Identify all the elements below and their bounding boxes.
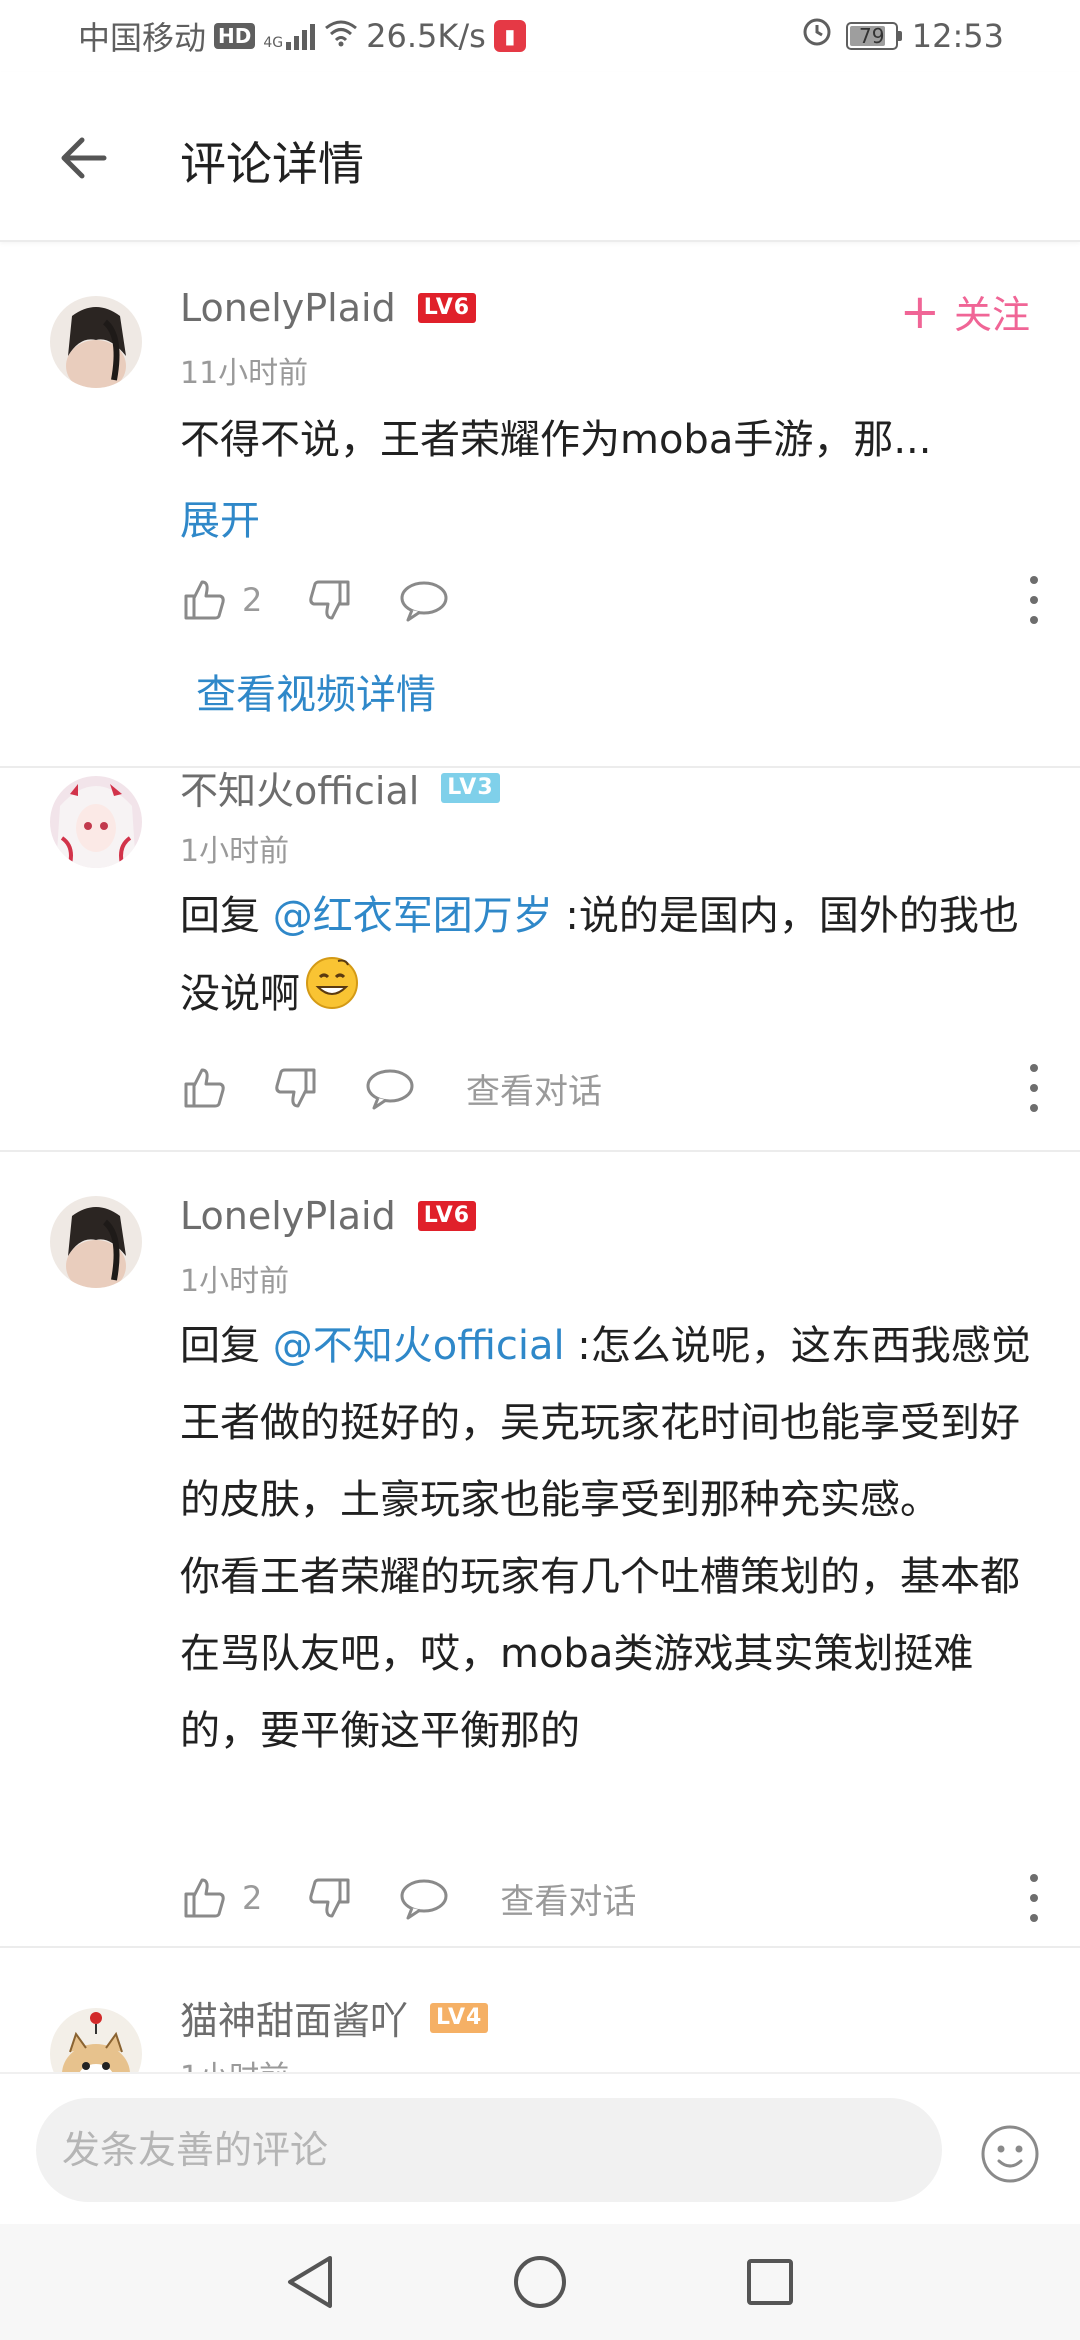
comment-time: 1小时前 — [180, 834, 290, 869]
username[interactable]: LonelyPlaid LV6 — [180, 286, 477, 330]
comment-actions: 查看对话 — [180, 1058, 1040, 1118]
thumbs-down-icon — [309, 1878, 350, 1918]
view-conversation-link[interactable]: 查看对话 — [500, 1874, 636, 1923]
avatar[interactable] — [50, 776, 142, 868]
view-video-details-link[interactable]: 查看视频详情 — [196, 662, 436, 720]
more-options-icon[interactable] — [1028, 576, 1040, 624]
view-conversation-link[interactable]: 查看对话 — [466, 1064, 602, 1113]
comment-item: 猫神甜面酱吖 LV4 1小时前 — [0, 1946, 1080, 2074]
like-count: 2 — [242, 581, 263, 619]
comment-bubble-icon — [400, 581, 448, 622]
level-badge: LV3 — [441, 772, 500, 803]
comment-item: LonelyPlaid LV6 1小时前 回复 @不知火official :怎么… — [0, 1150, 1080, 1948]
like-count: 2 — [242, 1879, 263, 1917]
username[interactable]: 不知火official LV3 — [180, 760, 500, 815]
carrier-name: 中国移动 — [78, 19, 207, 57]
comment-time: 1小时前 — [180, 1264, 290, 1299]
like-button[interactable]: 2 — [180, 576, 262, 624]
comment-actions: 2 — [180, 570, 1040, 630]
dislike-button[interactable] — [306, 576, 354, 624]
comment-time: 11小时前 — [180, 356, 309, 391]
username[interactable]: 猫神甜面酱吖 LV4 — [180, 1990, 489, 2045]
comment-item: 不知火official LV3 1小时前 回复 @红衣军团万岁 :说的是国内，国… — [0, 766, 1080, 1152]
dislike-button[interactable] — [306, 1874, 354, 1922]
comment-body: 回复 @红衣军团万岁 :说的是国内，国外的我也没说啊 — [180, 878, 1040, 1037]
thumbs-up-icon — [184, 580, 225, 620]
level-badge: LV6 — [417, 1201, 477, 1231]
dislike-button[interactable] — [272, 1064, 320, 1112]
expand-link[interactable]: 展开 — [180, 488, 260, 546]
reply-button[interactable] — [398, 576, 450, 624]
avatar[interactable] — [50, 2008, 142, 2074]
level-badge: LV4 — [430, 2002, 489, 2033]
comment-body-paragraph-2: 你看王者荣耀的玩家有几个吐槽策划的，基本都在骂队友吧，哎，moba类游戏其实策划… — [180, 1554, 1020, 1754]
plus-icon: + — [899, 283, 940, 340]
nav-back-button[interactable] — [280, 2252, 340, 2312]
reply-prefix: 回复 — [180, 1323, 273, 1369]
reply-button[interactable] — [364, 1064, 416, 1112]
avatar[interactable] — [50, 1196, 142, 1288]
username-text: LonelyPlaid — [180, 1194, 396, 1238]
username-text: 猫神甜面酱吖 — [180, 1999, 409, 2043]
battery-level: 79 — [859, 24, 885, 48]
grinning-sweat-emoji — [304, 955, 360, 1037]
comment-text: 不得不说，王者荣耀作为moba手游，那... — [180, 402, 1040, 479]
comment-time: 1小时前 — [180, 2052, 289, 2074]
username[interactable]: LonelyPlaid LV6 — [180, 1194, 477, 1238]
mention-link[interactable]: @红衣军团万岁 — [273, 893, 553, 939]
like-button[interactable] — [180, 1064, 228, 1112]
triangle-back-icon — [288, 2256, 332, 2308]
mention-link[interactable]: @不知火official — [273, 1323, 565, 1369]
comment-input[interactable] — [36, 2098, 942, 2202]
alarm-icon — [802, 17, 832, 55]
comment-text: 回复 @红衣军团万岁 :说的是国内，国外的我也没说啊 — [180, 878, 1040, 1037]
avatar[interactable] — [50, 296, 142, 388]
network-speed: 26.5K/s — [366, 17, 486, 55]
follow-button[interactable]: + 关注 — [900, 284, 1030, 339]
clock: 12:53 — [911, 17, 1004, 55]
wifi-icon — [324, 17, 358, 55]
reply-button[interactable] — [398, 1874, 450, 1922]
back-button[interactable] — [48, 122, 120, 194]
book-app-icon: ▮ — [493, 20, 526, 52]
network-type: 4G — [263, 35, 284, 51]
arrow-left-icon — [61, 137, 107, 179]
comment-item: LonelyPlaid LV6 + 关注 11小时前 不得不说，王者荣耀作为mo… — [0, 242, 1080, 766]
comment-text: 回复 @不知火official :怎么说呢，这东西我感觉王者做的挺好的，吴克玩家… — [180, 1308, 1040, 1770]
square-recents-icon — [747, 2259, 793, 2305]
thumbs-down-icon — [275, 1068, 316, 1108]
comment-body: 回复 @不知火official :怎么说呢，这东西我感觉王者做的挺好的，吴克玩家… — [180, 1308, 1040, 1539]
comment-bubble-icon — [366, 1069, 414, 1110]
thumbs-down-icon — [309, 580, 350, 620]
signal-icon: 4G — [263, 22, 316, 50]
follow-label: 关注 — [953, 293, 1030, 337]
app-header: 评论详情 — [0, 72, 1080, 242]
emoji-button[interactable] — [980, 2124, 1040, 2184]
thumbs-up-icon — [184, 1878, 225, 1918]
more-options-icon[interactable] — [1028, 1874, 1040, 1922]
system-navigation-bar — [0, 2224, 1080, 2340]
comment-bubble-icon — [400, 1879, 448, 1920]
status-bar: 中国移动 HD 4G 26.5K/s ▮ 79 12:53 — [0, 0, 1080, 72]
like-button[interactable]: 2 — [180, 1874, 262, 1922]
comment-actions: 2 查看对话 — [180, 1868, 1040, 1928]
level-badge: LV6 — [417, 293, 477, 323]
circle-home-icon — [514, 2256, 566, 2308]
page-title: 评论详情 — [180, 137, 364, 191]
comment-body: 不得不说，王者荣耀作为moba手游，那... — [180, 417, 932, 463]
smiley-icon — [981, 2125, 1039, 2183]
comment-input-bar — [0, 2072, 1080, 2226]
more-options-icon[interactable] — [1028, 1064, 1040, 1112]
reply-prefix: 回复 — [180, 893, 273, 939]
username-text: 不知火official — [180, 769, 420, 813]
nav-home-button[interactable] — [510, 2252, 570, 2312]
thumbs-up-icon — [184, 1068, 225, 1108]
battery-icon: 79 — [845, 22, 902, 50]
nav-recents-button[interactable] — [740, 2252, 800, 2312]
hd-badge: HD — [214, 23, 256, 49]
username-text: LonelyPlaid — [180, 286, 396, 330]
